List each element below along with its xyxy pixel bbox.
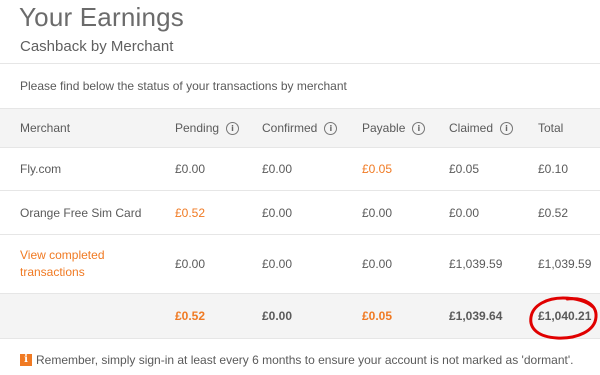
table-row: Fly.com £0.00 £0.00 £0.05 £0.05 £0.10 [0, 148, 600, 191]
page-title: Your Earnings [19, 2, 184, 32]
pending-cell: £0.00 [175, 257, 206, 271]
confirmed-cell: £0.00 [262, 205, 293, 220]
payable-cell: £0.00 [362, 205, 393, 220]
info-icon[interactable]: i [324, 121, 338, 135]
confirmed-cell: £0.00 [262, 257, 293, 271]
earnings-table: Merchant Pending i Confirmed i Payable i… [0, 108, 600, 339]
payable-cell: £0.00 [362, 257, 393, 271]
payable-total: £0.05 [362, 309, 393, 323]
payable-cell: £0.05 [362, 162, 393, 176]
col-claimed-label: Claimed [449, 121, 494, 135]
pending-total: £0.52 [175, 309, 206, 323]
claimed-total: £1,039.64 [449, 309, 503, 323]
notice-text: Remember, simply sign-in at least every … [36, 353, 574, 367]
table-row: Orange Free Sim Card £0.52 £0.00 £0.00 £… [0, 191, 600, 235]
merchant-cell: Orange Free Sim Card [20, 205, 142, 220]
grand-total: £1,040.21 [538, 309, 592, 323]
col-merchant-label: Merchant [20, 121, 71, 135]
pending-cell: £0.00 [175, 162, 206, 176]
total-cell: £1,039.59 [538, 257, 592, 271]
col-pending-header: Pending i [175, 109, 255, 147]
earnings-page: Your Earnings Cashback by Merchant Pleas… [0, 0, 600, 375]
info-icon: i [20, 354, 32, 366]
col-total-label: Total [538, 121, 564, 135]
total-cell: £0.52 [538, 205, 569, 220]
pending-cell: £0.52 [175, 205, 206, 220]
merchant-cell: Fly.com [20, 162, 62, 176]
col-confirmed-label: Confirmed [262, 121, 318, 135]
info-icon[interactable]: i [412, 121, 426, 135]
divider [0, 63, 600, 64]
col-total-header: Total [538, 109, 598, 147]
total-cell: £0.10 [538, 162, 569, 176]
info-icon[interactable]: i [500, 121, 514, 135]
claimed-cell: £1,039.59 [449, 257, 503, 271]
col-pending-label: Pending [175, 121, 220, 135]
col-merchant-header: Merchant [20, 109, 170, 147]
col-claimed-header: Claimed i [449, 109, 534, 147]
link-line-1[interactable]: View completed [20, 248, 105, 262]
claimed-cell: £0.05 [449, 162, 480, 176]
view-completed-transactions-link[interactable]: View completed transactions [20, 235, 170, 293]
link-line-2[interactable]: transactions [20, 265, 85, 279]
claimed-cell: £0.00 [449, 205, 480, 220]
dormant-notice: i Remember, simply sign-in at least ever… [20, 353, 574, 367]
page-subtitle: Cashback by Merchant [20, 38, 174, 55]
totals-row: £0.52 £0.00 £0.05 £1,039.64 £1,040.21 [0, 294, 600, 339]
col-payable-header: Payable i [362, 109, 442, 147]
info-icon[interactable]: i [226, 121, 240, 135]
table-header-row: Merchant Pending i Confirmed i Payable i… [0, 108, 600, 148]
col-confirmed-header: Confirmed i [262, 109, 352, 147]
intro-text: Please find below the status of your tra… [20, 79, 347, 93]
table-row: View completed transactions £0.00 £0.00 … [0, 235, 600, 294]
confirmed-total: £0.00 [262, 309, 293, 323]
col-payable-label: Payable [362, 121, 406, 135]
confirmed-cell: £0.00 [262, 162, 293, 176]
